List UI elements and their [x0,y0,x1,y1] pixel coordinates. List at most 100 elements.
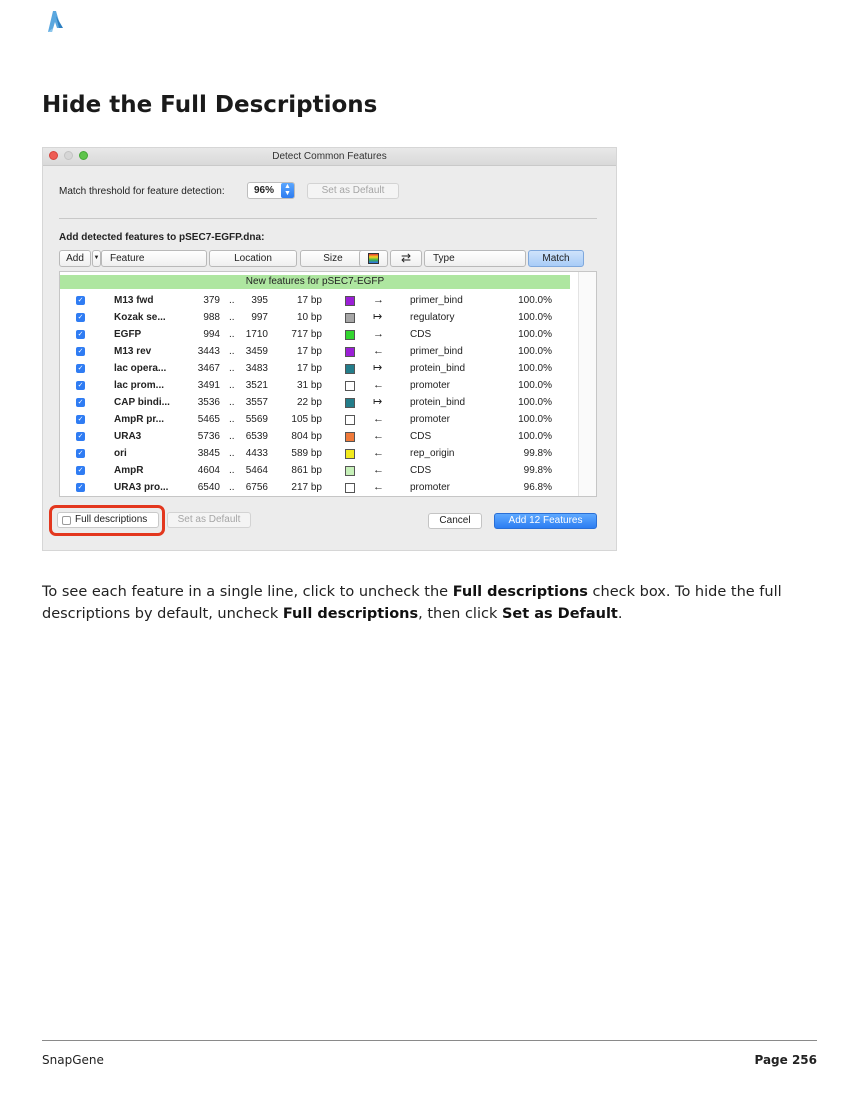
dialog-titlebar: Detect Common Features [43,148,616,166]
direction-arrow-icon[interactable]: ← [373,377,384,394]
range-dots: .. [229,295,235,306]
feature-match: 100.0% [518,312,552,323]
checkbox-checked-icon[interactable]: ✓ [76,296,85,305]
feature-size: 10 bp [296,312,322,323]
feature-size: 861 bp [291,465,322,476]
table-row[interactable]: ✓ CAP bindi... 3536.. 3557 22 bp ↦ protein_bin… [60,394,570,411]
feature-end: 1710 [245,329,268,340]
table-row[interactable]: ✓ M13 fwd 379.. 395 17 bp → primer_bind 100.0% [60,292,570,309]
direction-arrow-icon[interactable]: → [373,326,384,343]
feature-name: CAP bindi... [114,397,170,408]
column-size[interactable]: Size [300,250,366,267]
feature-size: 717 bp [291,329,322,340]
full-descriptions-label: Full descriptions [75,514,148,525]
direction-arrow-icon[interactable]: ← [373,445,384,462]
feature-type: promoter [410,380,451,391]
body-bold-text: Full descriptions [282,606,419,622]
column-type[interactable]: Type [424,250,526,267]
dialog-screenshot: Detect Common Features Match threshold f… [42,147,617,551]
feature-color-swatch[interactable] [345,347,355,357]
scrollbar[interactable] [578,272,596,496]
feature-start: 3443 [197,346,220,357]
feature-size: 17 bp [296,363,322,374]
direction-arrow-icon[interactable]: ↦ [373,360,382,377]
table-row[interactable]: ✓ AmpR 4604.. 5464 861 bp ← CDS 99.8% [60,462,570,479]
feature-end: 3483 [245,363,268,374]
feature-color-swatch[interactable] [345,381,355,391]
threshold-select[interactable]: 96% ▲ ▼ [247,182,295,199]
feature-color-swatch[interactable] [345,432,355,442]
direction-arrow-icon[interactable]: ← [373,428,384,445]
feature-color-swatch[interactable] [345,398,355,408]
add-dropdown-icon[interactable]: ▼ [92,250,101,267]
table-row[interactable]: ✓ Kozak se... 988.. 997 10 bp ↦ regulatory 100.… [60,309,570,326]
set-default-descriptions-button[interactable]: Set as Default [167,512,251,528]
column-feature[interactable]: Feature [101,250,207,267]
feature-type: CDS [410,329,432,340]
direction-arrow-icon[interactable]: ↦ [373,309,382,326]
color-palette-icon [368,253,379,264]
table-row[interactable]: ✓ URA3 pro... 6540.. 6756 217 bp ← promoter 96.… [60,479,570,496]
feature-start: 379 [203,295,220,306]
direction-arrow-icon[interactable]: ← [373,343,384,360]
feature-color-swatch[interactable] [345,296,355,306]
table-row[interactable]: ✓ lac opera... 3467.. 3483 17 bp ↦ protein_bin… [60,360,570,377]
checkbox-checked-icon[interactable]: ✓ [76,347,85,356]
checkbox-checked-icon[interactable]: ✓ [76,330,85,339]
feature-match: 99.8% [523,448,552,459]
page-number: Page 256 [754,1053,817,1067]
range-dots: .. [229,346,235,357]
checkbox-checked-icon[interactable]: ✓ [76,364,85,373]
feature-color-swatch[interactable] [345,449,355,459]
feature-name: M13 rev [114,346,152,357]
body-bold-text: Set as Default [501,606,618,622]
checkbox-unchecked-icon [62,516,71,525]
feature-color-swatch[interactable] [345,483,355,493]
body-text: . [617,606,623,622]
add-features-button[interactable]: Add 12 Features [494,513,597,529]
feature-color-swatch[interactable] [345,364,355,374]
feature-color-swatch[interactable] [345,466,355,476]
feature-type: primer_bind [410,295,463,306]
feature-start: 5465 [197,414,220,425]
feature-end: 6756 [245,482,268,493]
direction-arrow-icon[interactable]: ← [373,479,384,496]
range-dots: .. [229,329,235,340]
feature-color-swatch[interactable] [345,415,355,425]
checkbox-checked-icon[interactable]: ✓ [76,483,85,492]
table-row[interactable]: ✓ M13 rev 3443.. 3459 17 bp ← primer_bind 100.0… [60,343,570,360]
feature-type: regulatory [410,312,455,323]
column-match[interactable]: Match [528,250,584,267]
column-add[interactable]: Add [59,250,91,267]
set-default-threshold-button[interactable]: Set as Default [307,183,399,199]
feature-color-swatch[interactable] [345,313,355,323]
add-to-label: Add detected features to pSEC7-EGFP.dna: [59,232,265,243]
table-row[interactable]: ✓ URA3 5736.. 6539 804 bp ← CDS 100.0% [60,428,570,445]
range-dots: .. [229,431,235,442]
feature-color-swatch[interactable] [345,330,355,340]
feature-name: EGFP [114,329,142,340]
direction-arrow-icon[interactable]: ↦ [373,394,382,411]
column-direction[interactable]: ⇄ [390,250,422,267]
cancel-button[interactable]: Cancel [428,513,482,529]
direction-arrow-icon[interactable]: → [373,292,384,309]
checkbox-checked-icon[interactable]: ✓ [76,313,85,322]
checkbox-checked-icon[interactable]: ✓ [76,432,85,441]
checkbox-checked-icon[interactable]: ✓ [76,466,85,475]
table-row[interactable]: ✓ ori 3845.. 4433 589 bp ← rep_origin 99.8% [60,445,570,462]
direction-arrow-icon[interactable]: ← [373,462,384,479]
full-descriptions-checkbox[interactable]: Full descriptions [57,512,159,528]
feature-name: lac prom... [114,380,165,391]
column-color[interactable] [359,250,388,267]
column-location[interactable]: Location [209,250,297,267]
checkbox-checked-icon[interactable]: ✓ [76,449,85,458]
direction-arrow-icon[interactable]: ← [373,411,384,428]
checkbox-checked-icon[interactable]: ✓ [76,381,85,390]
checkbox-checked-icon[interactable]: ✓ [76,415,85,424]
table-row[interactable]: ✓ AmpR pr... 5465.. 5569 105 bp ← promoter 100.… [60,411,570,428]
checkbox-checked-icon[interactable]: ✓ [76,398,85,407]
feature-end: 3459 [245,346,268,357]
table-row[interactable]: ✓ EGFP 994.. 1710 717 bp → CDS 100.0% [60,326,570,343]
table-row[interactable]: ✓ lac prom... 3491.. 3521 31 bp ← promoter 100.… [60,377,570,394]
feature-end: 5569 [245,414,268,425]
